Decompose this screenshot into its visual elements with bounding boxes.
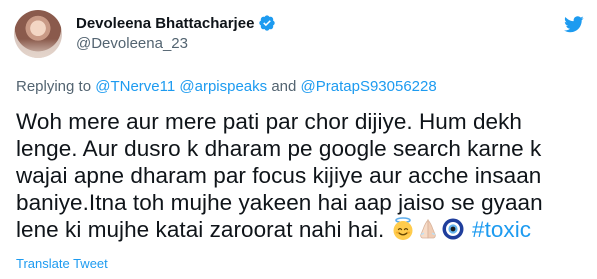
author-handle[interactable]: @Devoleena_23 [76, 35, 188, 52]
twitter-bird-icon[interactable] [563, 14, 585, 34]
nazar-amulet-emoji-icon [442, 218, 464, 240]
hashtag-link[interactable]: #toxic [472, 217, 531, 242]
tweet-text-line: wajai apne dharam par focus kijiye aur a… [16, 163, 542, 188]
mention-link[interactable]: @arpispeaks [179, 78, 267, 95]
replying-conjunction: and [271, 78, 297, 95]
mention-link[interactable]: @PratapS93056228 [301, 78, 437, 95]
tweet-text: Woh mere aur mere pati par chor dijiye. … [16, 108, 586, 243]
mention-link[interactable]: @TNerve11 [95, 78, 175, 95]
replying-prefix: Replying to [16, 78, 96, 95]
translate-tweet-link[interactable]: Translate Tweet [16, 256, 108, 271]
folded-hands-emoji-icon [419, 218, 436, 239]
author-display-name[interactable]: Devoleena Bhattacharjee [76, 15, 254, 32]
tweet-card: Devoleena Bhattacharjee @Devoleena_23 Re… [0, 0, 597, 279]
verified-badge-icon [259, 15, 276, 31]
tweet-text-line: lenge. Aur dusro k dharam pe google sear… [16, 136, 542, 161]
replying-to: Replying to @TNerve11 @arpispeaks and @P… [16, 78, 437, 95]
avatar[interactable] [14, 10, 62, 58]
author-name-row: Devoleena Bhattacharjee [76, 14, 276, 32]
tweet-text-last-line: lene ki mujhe katai zaroorat nahi hai. #… [16, 216, 586, 243]
tweet-text-line: lene ki mujhe katai zaroorat nahi hai. [16, 217, 385, 242]
halo-face-emoji-icon [393, 217, 413, 240]
tweet-text-line: baniye.Itna toh mujhe yakeen hai aap jai… [16, 190, 543, 215]
tweet-text-line: Woh mere aur mere pati par chor dijiye. … [16, 109, 522, 134]
